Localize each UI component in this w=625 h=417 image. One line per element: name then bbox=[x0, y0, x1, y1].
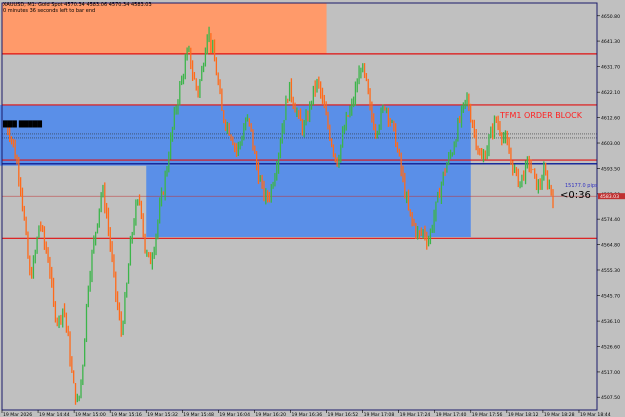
time-tick-label: 19 Mar 18:44 bbox=[580, 412, 611, 417]
time-tick-label: 19 Mar 15:16 bbox=[111, 412, 142, 417]
time-tick-label: 19 Mar 14:44 bbox=[39, 412, 70, 417]
time-tick-label: 19 Mar 17:08 bbox=[364, 412, 395, 417]
price-tick-label: 4631.70 bbox=[601, 65, 620, 71]
time-tick-label: 19 Mar 18:28 bbox=[544, 412, 575, 417]
left-overlay-text: ███ █████ bbox=[3, 121, 43, 128]
zones-layer bbox=[0, 3, 471, 237]
price-tick-label: 4574.40 bbox=[601, 217, 620, 223]
time-tick-label: 19 Mar 17:40 bbox=[436, 412, 467, 417]
time-tick-label: 19 Mar 16:36 bbox=[291, 412, 322, 417]
price-tick-label: 4564.80 bbox=[601, 243, 620, 249]
price-chart[interactable]: 4650.80 4641.30 4631.70 4622.10 4612.60 4603.… bbox=[0, 0, 625, 417]
price-tick-label: 4603.00 bbox=[601, 141, 620, 147]
time-tick-label: 19 Mar 15:48 bbox=[183, 412, 214, 417]
price-tick-label: 4650.80 bbox=[601, 14, 620, 20]
time-tick-label: 19 Mar 2026 bbox=[3, 412, 32, 417]
blue-zone bbox=[146, 165, 471, 237]
price-tick-label: 4612.60 bbox=[601, 115, 620, 121]
time-tick-label: 19 Mar 16:04 bbox=[219, 412, 250, 417]
price-tick-label: 4555.30 bbox=[601, 268, 620, 274]
price-tick-label: 4536.10 bbox=[601, 319, 620, 325]
time-tick-label: 19 Mar 15:00 bbox=[75, 412, 106, 417]
price-tick-label: 4593.50 bbox=[601, 166, 620, 172]
price-tick-label: 4622.10 bbox=[601, 90, 620, 96]
bid-price-label: 4583.03 bbox=[600, 194, 619, 200]
mt-chart-window[interactable]: 4650.80 4641.30 4631.70 4622.10 4612.60 4603.… bbox=[0, 0, 625, 417]
price-tick-label: 4517.00 bbox=[601, 370, 620, 376]
time-tick-label: 19 Mar 17:24 bbox=[400, 412, 431, 417]
bar-countdown: <0:36 bbox=[560, 190, 591, 201]
order-block-label: TFM1 ORDER BLOCK bbox=[500, 111, 582, 120]
blue-zone bbox=[0, 104, 471, 166]
time-tick-label: 19 Mar 16:20 bbox=[255, 412, 286, 417]
price-tick-label: 4641.30 bbox=[601, 39, 620, 45]
price-tick-label: 4526.60 bbox=[601, 344, 620, 350]
time-tick-label: 19 Mar 18:12 bbox=[508, 412, 539, 417]
pips-label: 15177.0 pips bbox=[565, 183, 598, 189]
time-tick-label: 19 Mar 15:32 bbox=[147, 412, 178, 417]
time-tick-label: 19 Mar 17:56 bbox=[472, 412, 503, 417]
time-tick-label: 19 Mar 16:52 bbox=[328, 412, 359, 417]
price-tick-label: 4507.50 bbox=[601, 395, 620, 401]
chart-header-line-2: 0 minutes 36 seconds left to bar end bbox=[3, 8, 96, 14]
price-tick-label: 4545.70 bbox=[601, 294, 620, 300]
